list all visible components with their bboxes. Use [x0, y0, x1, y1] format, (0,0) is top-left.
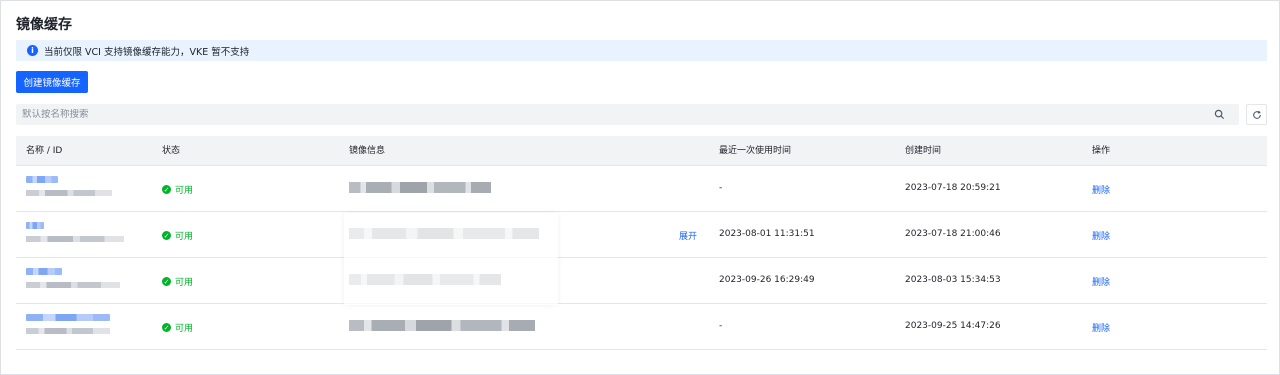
header-status: 状态	[162, 146, 181, 156]
notice-banner: i 当前仅限 VCI 支持镜像缓存能力，VKE 暂不支持	[16, 40, 1267, 61]
created-time: 2023-09-25 14:47:26	[905, 321, 1001, 331]
status-text: 可用	[175, 278, 194, 288]
status-text: 可用	[175, 186, 194, 196]
created-time: 2023-08-03 15:34:53	[905, 275, 1001, 285]
delete-button[interactable]: 删除	[1092, 275, 1110, 288]
search-icon[interactable]	[1214, 109, 1225, 120]
check-circle-icon: ✓	[162, 231, 171, 240]
expand-link[interactable]: 展开	[679, 229, 697, 242]
search-bar	[16, 104, 1239, 125]
cache-id	[26, 282, 120, 288]
table-row: ✓ 可用 2023-09-26 16:29:49 2023-08-03 15:3…	[16, 258, 1267, 304]
table-row: ✓ 可用 - 2023-07-18 20:59:21 删除	[16, 166, 1267, 212]
status-badge: ✓ 可用	[162, 183, 193, 196]
notice-text: 当前仅限 VCI 支持镜像缓存能力，VKE 暂不支持	[44, 46, 250, 58]
check-circle-icon: ✓	[162, 277, 171, 286]
table-row: ✓ 可用 - 2023-09-25 14:47:26 删除	[16, 304, 1267, 350]
cache-name-link[interactable]	[26, 314, 110, 321]
status-badge: ✓ 可用	[162, 229, 193, 242]
refresh-icon	[1252, 110, 1261, 119]
header-actions: 操作	[1092, 146, 1111, 156]
cache-name-link[interactable]	[26, 222, 44, 229]
delete-button[interactable]: 删除	[1092, 321, 1110, 334]
search-input[interactable]	[22, 109, 1202, 120]
status-text: 可用	[175, 232, 194, 242]
header-image: 镜像信息	[349, 146, 386, 156]
image-info	[349, 320, 535, 331]
last-used-time: -	[719, 321, 723, 331]
image-info	[349, 182, 491, 193]
check-circle-icon: ✓	[162, 185, 171, 194]
status-text: 可用	[175, 324, 194, 334]
cache-id	[26, 328, 110, 334]
status-badge: ✓ 可用	[162, 275, 193, 288]
header-name: 名称 / ID	[26, 146, 63, 156]
image-info-popover	[344, 213, 558, 305]
last-used-time: 2023-08-01 11:31:51	[719, 229, 815, 239]
info-icon: i	[27, 45, 38, 56]
page-title: 镜像缓存	[16, 17, 72, 33]
delete-button[interactable]: 删除	[1092, 183, 1110, 196]
status-badge: ✓ 可用	[162, 321, 193, 334]
last-used-time: -	[719, 183, 723, 193]
cache-id	[26, 236, 124, 242]
image-cache-table: 名称 / ID 状态 镜像信息 最近一次使用时间 创建时间 操作 ✓ 可用 - …	[16, 136, 1267, 350]
refresh-button[interactable]	[1246, 104, 1267, 125]
header-created: 创建时间	[905, 146, 942, 156]
check-circle-icon: ✓	[162, 323, 171, 332]
cache-id	[26, 190, 112, 196]
cache-name-link[interactable]	[26, 176, 58, 183]
create-image-cache-button[interactable]: 创建镜像缓存	[16, 71, 88, 93]
delete-button[interactable]: 删除	[1092, 229, 1110, 242]
created-time: 2023-07-18 20:59:21	[905, 183, 1001, 193]
page-frame: 镜像缓存 i 当前仅限 VCI 支持镜像缓存能力，VKE 暂不支持 创建镜像缓存…	[0, 0, 1280, 375]
cache-name-link[interactable]	[26, 268, 62, 275]
created-time: 2023-07-18 21:00:46	[905, 229, 1001, 239]
last-used-time: 2023-09-26 16:29:49	[719, 275, 815, 285]
table-row: ✓ 可用 展开 2023-08-01 11:31:51 2023-07-18 2…	[16, 212, 1267, 258]
table-header: 名称 / ID 状态 镜像信息 最近一次使用时间 创建时间 操作	[16, 136, 1267, 166]
header-last-used: 最近一次使用时间	[719, 146, 792, 156]
